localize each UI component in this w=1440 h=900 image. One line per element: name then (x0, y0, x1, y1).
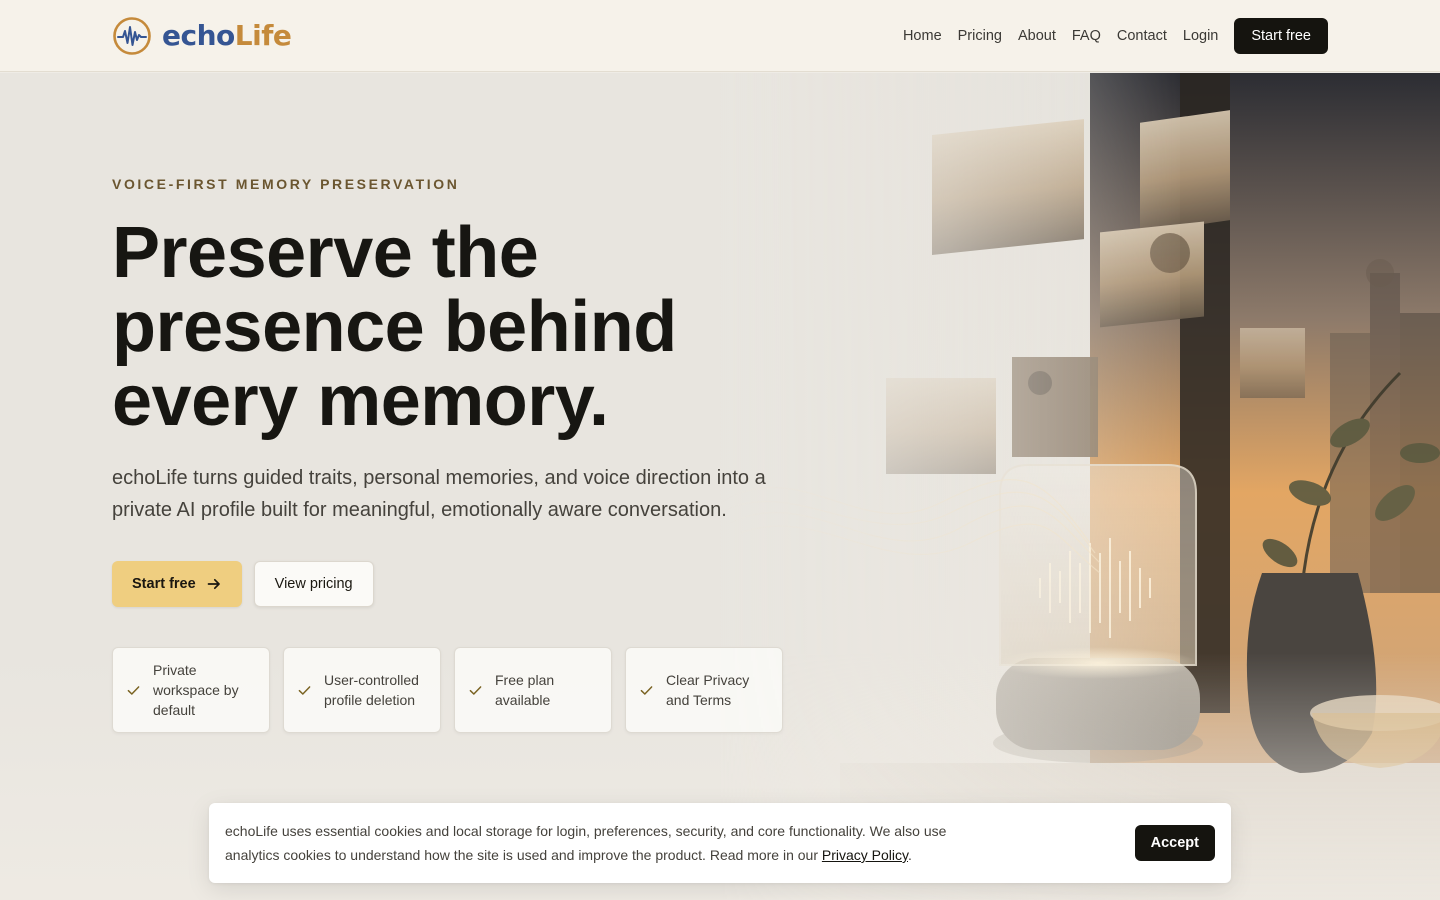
logo-wordmark: echoLife (162, 19, 292, 52)
cookie-message: echoLife uses essential cookies and loca… (225, 819, 985, 867)
feature-card: Clear Privacy and Terms (625, 647, 783, 733)
site-header: echoLife Home Pricing About FAQ Contact … (0, 0, 1440, 72)
hero-start-free-label: Start free (132, 576, 196, 592)
nav-login[interactable]: Login (1183, 28, 1218, 44)
hero-subhead: echoLife turns guided traits, personal m… (112, 467, 766, 521)
hero-eyebrow: VOICE-FIRST MEMORY PRESERVATION (112, 176, 460, 192)
nav-pricing[interactable]: Pricing (958, 28, 1002, 44)
hero-start-free-button[interactable]: Start free (112, 561, 242, 607)
feature-label: Private workspace by default (153, 662, 239, 718)
cookie-accept-button[interactable]: Accept (1134, 825, 1215, 861)
nav-about[interactable]: About (1018, 28, 1056, 44)
nav-home[interactable]: Home (903, 28, 942, 44)
hero-section: VOICE-FIRST MEMORY PRESERVATION Preserve… (0, 73, 1440, 900)
main-nav: Home Pricing About FAQ Contact Login Sta… (903, 18, 1328, 54)
feature-label: User-controlled profile deletion (324, 672, 419, 708)
view-pricing-button[interactable]: View pricing (253, 561, 374, 607)
hero-cta-row: Start free View pricing (112, 561, 374, 607)
feature-label: Clear Privacy and Terms (666, 672, 750, 708)
feature-card: Free plan available (454, 647, 612, 733)
nav-contact[interactable]: Contact (1117, 28, 1167, 44)
privacy-policy-link[interactable]: Privacy Policy (822, 847, 908, 863)
feature-label: Free plan available (495, 672, 555, 708)
check-icon (469, 685, 482, 695)
check-icon (640, 685, 653, 695)
arrow-right-icon (207, 578, 220, 590)
feature-card: Private workspace by default (112, 647, 270, 733)
cookie-banner: echoLife uses essential cookies and loca… (209, 803, 1231, 883)
logo[interactable]: echoLife (112, 15, 292, 57)
feature-list: Private workspace by default User-contro… (112, 647, 783, 733)
logo-waveform-icon (113, 17, 151, 55)
nav-faq[interactable]: FAQ (1072, 28, 1101, 44)
feature-card: User-controlled profile deletion (283, 647, 441, 733)
header-start-free-button[interactable]: Start free (1234, 18, 1328, 54)
hero-headline: Preserve the presence behind every memor… (112, 213, 677, 441)
logo-wordmark-echo: echo (162, 19, 235, 52)
logo-wordmark-life: Life (234, 19, 292, 52)
check-icon (127, 685, 140, 695)
cookie-suffix: . (907, 847, 912, 863)
check-icon (298, 685, 311, 695)
